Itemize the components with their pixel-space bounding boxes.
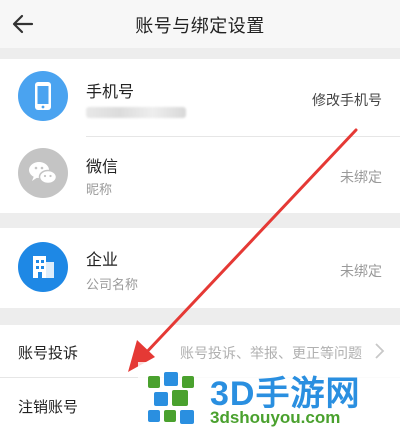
- bindings-section: 手机号 修改手机号 微信 昵称 未绑定: [0, 59, 400, 213]
- wechat-bind-status[interactable]: 未绑定: [340, 167, 382, 187]
- wechat-nickname: 昵称: [86, 183, 113, 198]
- enterprise-avatar: [18, 242, 68, 292]
- enterprise-bind-status[interactable]: 未绑定: [340, 261, 382, 281]
- phone-row[interactable]: 手机号 修改手机号: [0, 59, 400, 136]
- watermark-logo-icon: [148, 372, 194, 424]
- wechat-icon: [29, 162, 58, 185]
- phone-number-masked: [86, 107, 186, 118]
- phone-title: 手机号: [86, 82, 135, 101]
- phone-avatar: [18, 71, 68, 121]
- wechat-row[interactable]: 微信 昵称 未绑定: [0, 137, 400, 213]
- chevron-right-icon: [375, 343, 385, 359]
- page-title: 账号与绑定设置: [135, 16, 265, 37]
- phone-icon: [35, 82, 51, 110]
- account-complaint-label: 账号投诉: [18, 344, 79, 362]
- watermark-site-url: 3dshouyou.com: [210, 408, 341, 427]
- cancel-account-label: 注销账号: [18, 398, 79, 416]
- enterprise-row[interactable]: 企业 公司名称 未绑定: [0, 228, 400, 308]
- enterprise-title: 企业: [86, 250, 119, 269]
- change-phone-link[interactable]: 修改手机号: [312, 90, 382, 110]
- building-icon: [33, 256, 54, 278]
- watermark: 3D手游网 3dshouyou.com: [138, 362, 400, 435]
- wechat-avatar: [18, 148, 68, 198]
- wechat-title: 微信: [86, 157, 119, 176]
- top-bar: 账号与绑定设置: [0, 0, 400, 48]
- account-complaint-hint: 账号投诉、举报、更正等问题: [180, 346, 362, 362]
- company-name: 公司名称: [86, 278, 139, 293]
- enterprise-section: 企业 公司名称 未绑定: [0, 228, 400, 308]
